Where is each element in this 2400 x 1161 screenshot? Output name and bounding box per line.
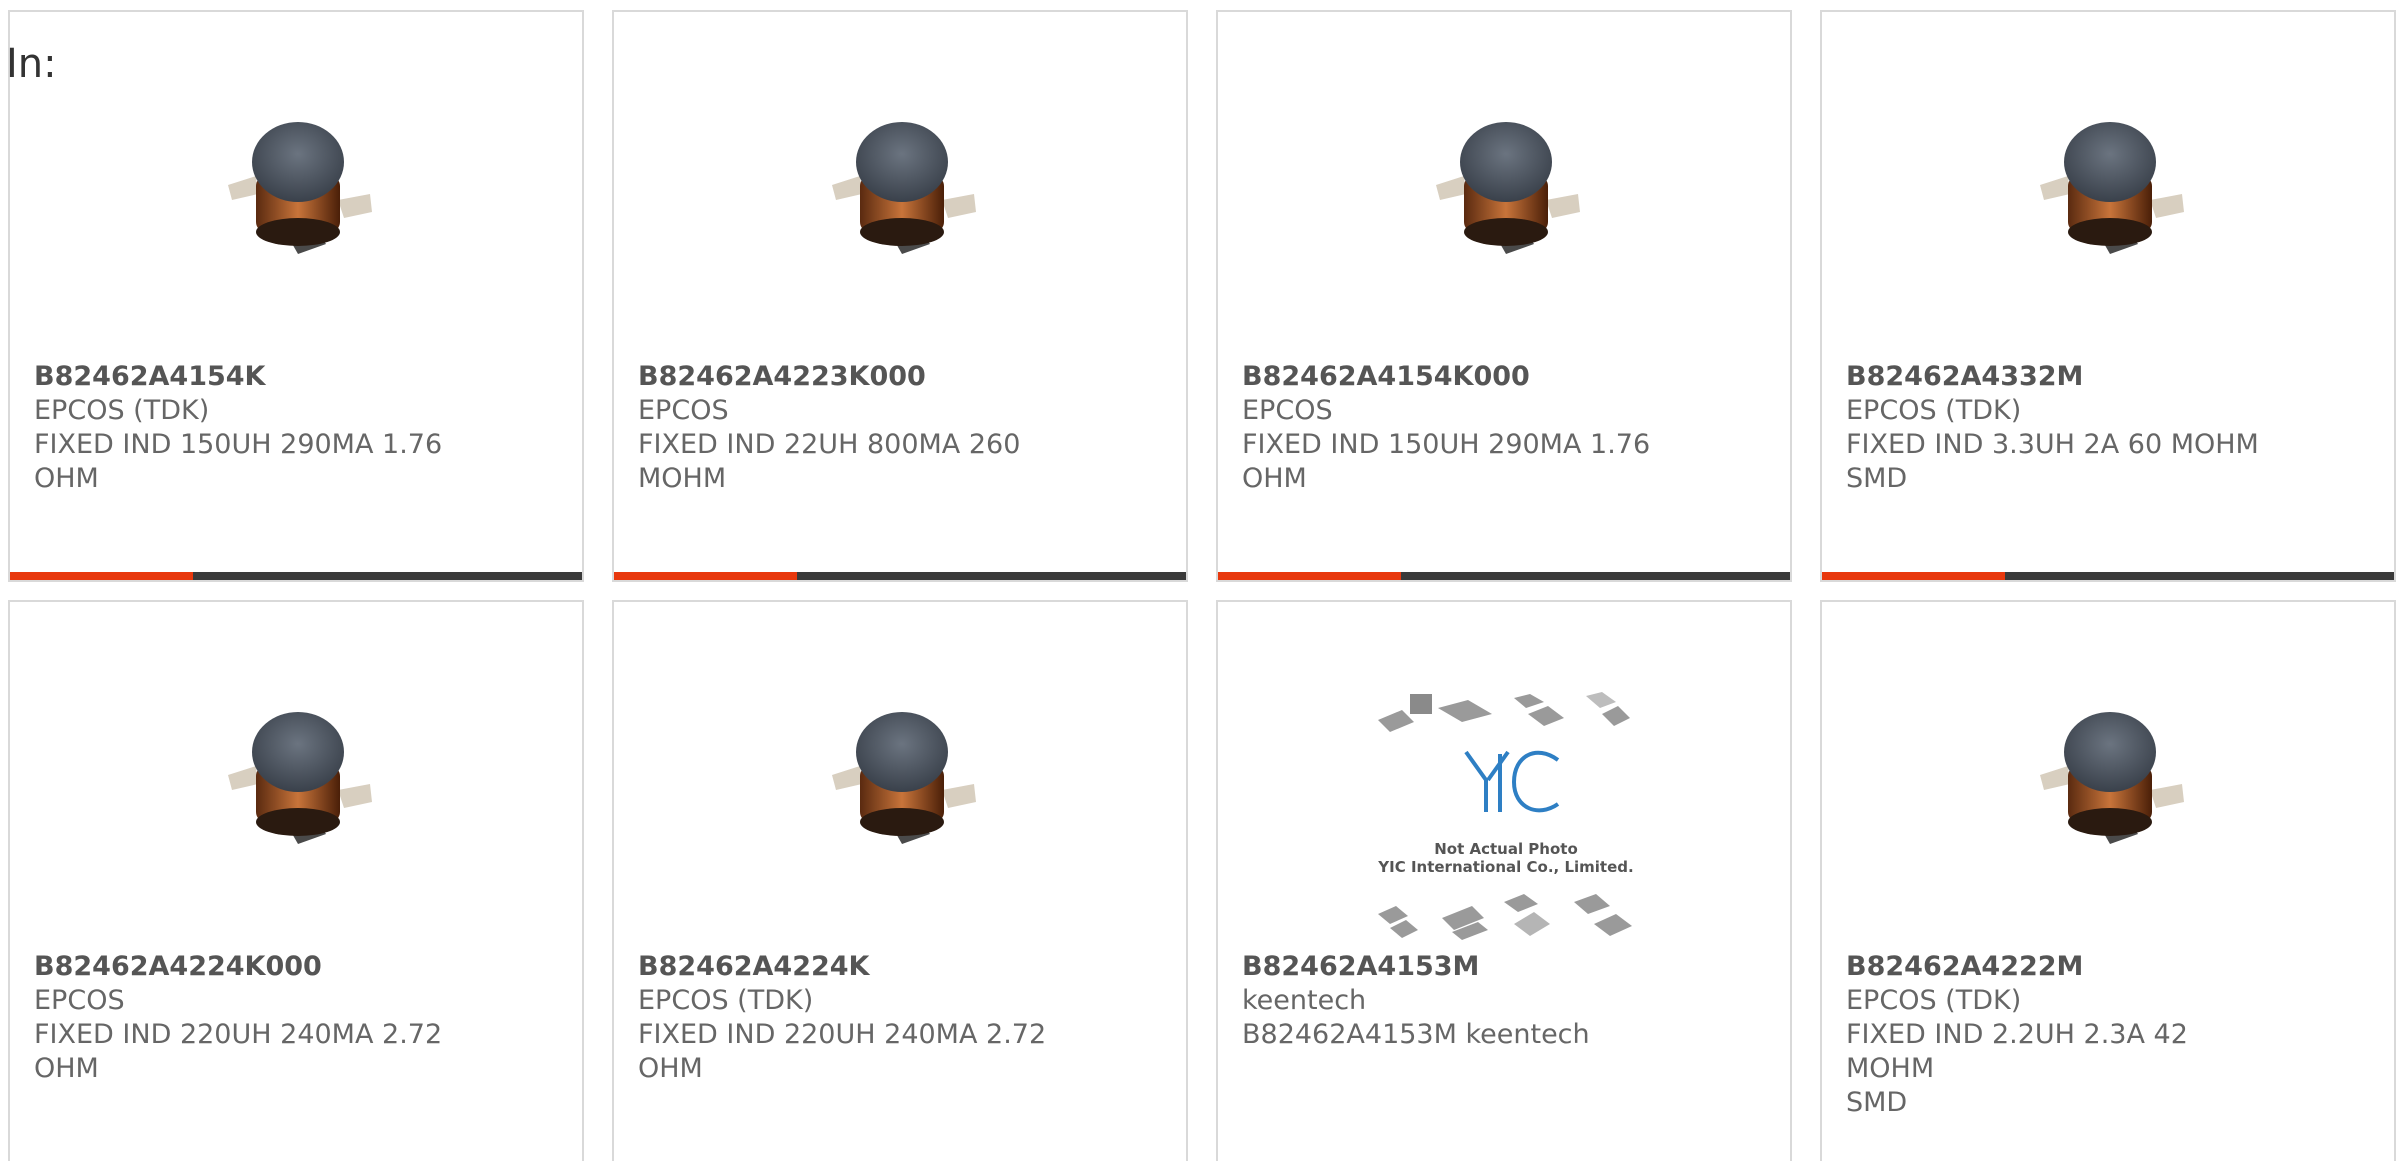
- part-number-link[interactable]: B82462A4222M: [1846, 950, 2266, 984]
- description-line: FIXED IND 3.3UH 2A 60 MOHM: [1846, 429, 2259, 460]
- progress-bar: [1822, 572, 2394, 580]
- progress-fill: [10, 572, 194, 580]
- manufacturer: EPCOS (TDK): [1846, 985, 2022, 1016]
- manufacturer: EPCOS: [638, 395, 729, 426]
- manufacturer: EPCOS (TDK): [638, 985, 814, 1016]
- manufacturer: EPCOS: [34, 985, 125, 1016]
- product-info: B82462A4154K000 EPCOS FIXED IND 150UH 29…: [1242, 360, 1662, 496]
- inductor-image[interactable]: [1406, 90, 1606, 290]
- manufacturer: EPCOS (TDK): [1846, 395, 2022, 426]
- description-line: OHM: [34, 1053, 99, 1084]
- product-card[interactable]: B82462A4154K EPCOS (TDK) FIXED IND 150UH…: [8, 10, 584, 582]
- progress-bar: [614, 572, 1186, 580]
- description-line: FIXED IND 220UH 240MA 2.72: [34, 1019, 443, 1050]
- description-line: OHM: [638, 1053, 703, 1084]
- filter-label: In:: [6, 41, 57, 87]
- description-line: FIXED IND 22UH 800MA 260: [638, 429, 1021, 460]
- product-info: B82462A4223K000 EPCOS FIXED IND 22UH 800…: [638, 360, 1058, 496]
- part-number-link[interactable]: B82462A4223K000: [638, 360, 1058, 394]
- placeholder-image[interactable]: Not Actual Photo YIC International Co., …: [1368, 692, 1644, 942]
- caption-line: Not Actual Photo: [1434, 840, 1578, 858]
- caption-line: YIC International Co., Limited.: [1378, 858, 1634, 876]
- description-line: FIXED IND 150UH 290MA 1.76: [1242, 429, 1651, 460]
- product-info: B82462A4154K EPCOS (TDK) FIXED IND 150UH…: [34, 360, 454, 496]
- part-number-link[interactable]: B82462A4153M: [1242, 950, 1662, 984]
- product-card[interactable]: B82462A4224K EPCOS (TDK) FIXED IND 220UH…: [612, 600, 1188, 1161]
- progress-bar: [10, 572, 582, 580]
- product-info: B82462A4222M EPCOS (TDK) FIXED IND 2.2UH…: [1846, 950, 2266, 1120]
- description-line: SMD: [1846, 1087, 1908, 1118]
- part-number-link[interactable]: B82462A4154K000: [1242, 360, 1662, 394]
- inductor-image[interactable]: [802, 90, 1002, 290]
- product-card[interactable]: Not Actual Photo YIC International Co., …: [1216, 600, 1792, 1161]
- description-line: FIXED IND 150UH 290MA 1.76: [34, 429, 443, 460]
- description-line: B82462A4153M keentech: [1242, 1019, 1590, 1050]
- progress-fill: [1822, 572, 2006, 580]
- manufacturer: EPCOS (TDK): [34, 395, 210, 426]
- product-info: B82462A4224K000 EPCOS FIXED IND 220UH 24…: [34, 950, 454, 1086]
- part-number-link[interactable]: B82462A4154K: [34, 360, 454, 394]
- description-line: OHM: [34, 463, 99, 494]
- inductor-image[interactable]: [198, 680, 398, 880]
- progress-fill: [614, 572, 798, 580]
- manufacturer: keentech: [1242, 985, 1367, 1016]
- product-info: B82462A4332M EPCOS (TDK) FIXED IND 3.3UH…: [1846, 360, 2266, 496]
- description-line: SMD: [1846, 463, 1908, 494]
- product-info: B82462A4224K EPCOS (TDK) FIXED IND 220UH…: [638, 950, 1058, 1086]
- inductor-image[interactable]: [802, 680, 1002, 880]
- product-card[interactable]: B82462A4224K000 EPCOS FIXED IND 220UH 24…: [8, 600, 584, 1161]
- description-line: OHM: [1242, 463, 1307, 494]
- product-card[interactable]: B82462A4332M EPCOS (TDK) FIXED IND 3.3UH…: [1820, 10, 2396, 582]
- product-card[interactable]: B82462A4223K000 EPCOS FIXED IND 22UH 800…: [612, 10, 1188, 582]
- page: In: B82462A4154K EPCOS (TDK) FIXED IND 1…: [0, 0, 2400, 1161]
- placeholder-caption: Not Actual Photo YIC International Co., …: [1368, 840, 1644, 876]
- product-card[interactable]: B82462A4154K000 EPCOS FIXED IND 150UH 29…: [1216, 10, 1792, 582]
- description-line: FIXED IND 2.2UH 2.3A 42 MOHM: [1846, 1019, 2188, 1084]
- product-info: B82462A4153M keentech B82462A4153M keent…: [1242, 950, 1662, 1052]
- description-line: MOHM: [638, 463, 727, 494]
- description-line: FIXED IND 220UH 240MA 2.72: [638, 1019, 1047, 1050]
- inductor-image[interactable]: [2010, 90, 2210, 290]
- part-number-link[interactable]: B82462A4224K000: [34, 950, 454, 984]
- product-card[interactable]: B82462A4222M EPCOS (TDK) FIXED IND 2.2UH…: [1820, 600, 2396, 1161]
- progress-bar: [1218, 572, 1790, 580]
- part-number-link[interactable]: B82462A4332M: [1846, 360, 2266, 394]
- inductor-image[interactable]: [2010, 680, 2210, 880]
- manufacturer: EPCOS: [1242, 395, 1333, 426]
- part-number-link[interactable]: B82462A4224K: [638, 950, 1058, 984]
- inductor-image[interactable]: [198, 90, 398, 290]
- progress-fill: [1218, 572, 1402, 580]
